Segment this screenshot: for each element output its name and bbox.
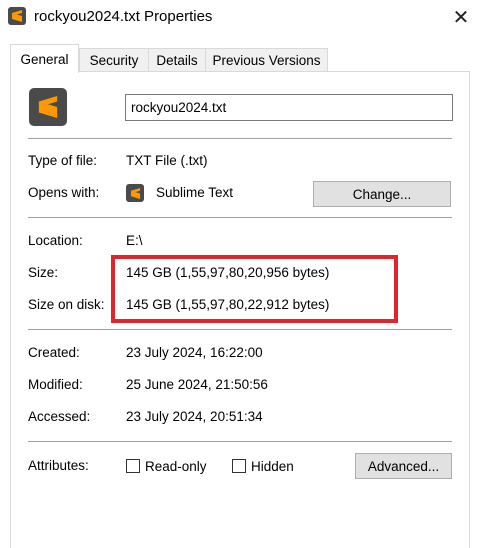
divider: [28, 138, 452, 139]
read-only-checkbox[interactable]: [126, 459, 140, 473]
hidden-checkbox[interactable]: [232, 459, 246, 473]
tab-details[interactable]: Details: [148, 48, 206, 72]
opens-with-label: Opens with:: [28, 185, 100, 200]
divider: [28, 441, 452, 442]
type-of-file-value: TXT File (.txt): [126, 153, 208, 168]
location-value: E:\: [126, 233, 143, 248]
change-button[interactable]: Change...: [313, 181, 451, 207]
close-icon: ✕: [452, 6, 470, 29]
sublime-text-icon: [8, 7, 26, 25]
read-only-label[interactable]: Read-only: [145, 459, 207, 474]
modified-label: Modified:: [28, 377, 83, 392]
sublime-text-icon: [126, 184, 144, 202]
created-label: Created:: [28, 345, 80, 360]
size-label: Size:: [28, 265, 59, 280]
accessed-value: 23 July 2024, 20:51:34: [126, 409, 263, 424]
window-title: rockyou2024.txt Properties: [34, 8, 213, 25]
accessed-label: Accessed:: [28, 409, 91, 424]
divider: [28, 329, 452, 330]
file-type-icon: [29, 88, 67, 126]
close-button[interactable]: ✕: [446, 2, 476, 32]
tab-general[interactable]: General: [10, 44, 79, 73]
tab-previous-versions[interactable]: Previous Versions: [205, 48, 328, 72]
attributes-label: Attributes:: [28, 458, 89, 473]
size-on-disk-label: Size on disk:: [28, 297, 105, 312]
tab-security[interactable]: Security: [79, 48, 149, 72]
created-value: 23 July 2024, 16:22:00: [126, 345, 263, 360]
location-label: Location:: [28, 233, 83, 248]
red-highlight-box: [111, 255, 398, 323]
divider: [28, 217, 452, 218]
hidden-label[interactable]: Hidden: [251, 459, 294, 474]
file-name-input[interactable]: [125, 94, 453, 121]
type-of-file-label: Type of file:: [28, 153, 98, 168]
advanced-button[interactable]: Advanced...: [355, 453, 452, 479]
modified-value: 25 June 2024, 21:50:56: [126, 377, 268, 392]
title-bar: rockyou2024.txt Properties ✕: [0, 0, 484, 34]
opens-with-value: Sublime Text: [156, 185, 234, 200]
